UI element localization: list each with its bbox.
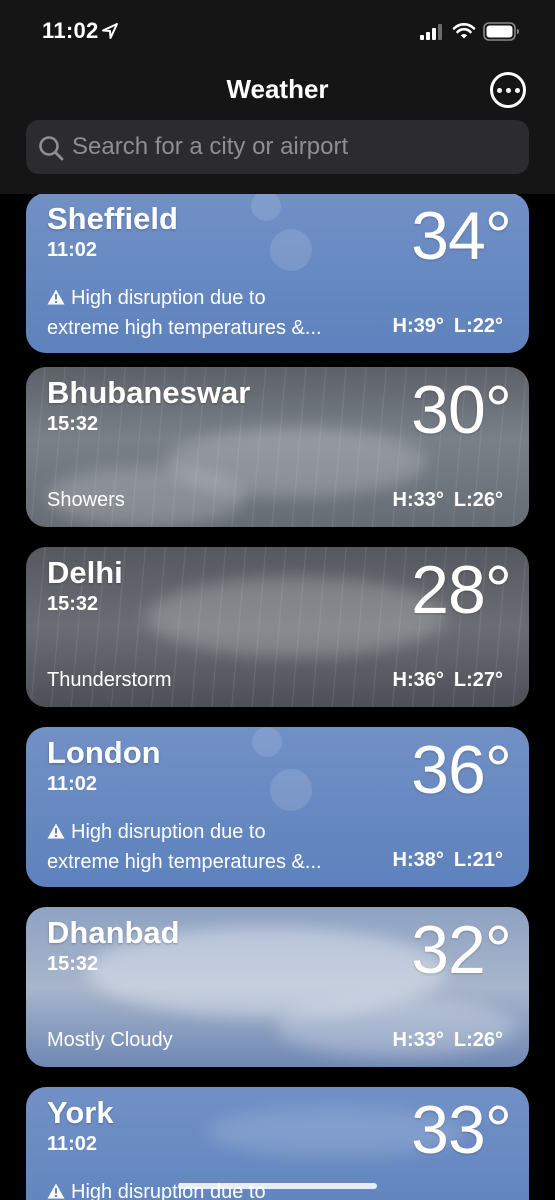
location-arrow-icon	[102, 23, 118, 39]
weather-alert: High disruption due to extreme high temp…	[47, 283, 372, 343]
battery-icon	[483, 22, 519, 41]
city-temperature: 30°	[411, 372, 512, 448]
high-low-temps: H:33° L:26°	[393, 1029, 503, 1052]
high-low-temps: H:33° L:26°	[393, 489, 503, 512]
weather-alert: High disruption due to extreme high temp…	[47, 817, 372, 877]
search-icon	[39, 136, 64, 161]
city-local-time: 11:02	[47, 239, 98, 261]
wifi-icon	[452, 23, 476, 39]
city-card-london[interactable]: London 11:02 36° High disruption due to …	[26, 727, 529, 887]
warning-icon	[47, 1183, 65, 1199]
high-temp: H:36°	[392, 669, 444, 691]
ellipsis-circle-icon	[496, 87, 502, 93]
low-temp: L:26°	[453, 489, 503, 511]
city-local-time: 15:32	[47, 593, 99, 615]
low-temp: L:27°	[453, 669, 503, 691]
high-temp: H:33°	[392, 489, 444, 511]
city-name: Delhi	[47, 555, 123, 590]
city-card-bhubaneswar[interactable]: Bhubaneswar 15:32 30° Showers H:33° L:26°	[26, 367, 529, 527]
city-card-dhanbad[interactable]: Dhanbad 15:32 32° Mostly Cloudy H:33° L:2…	[26, 907, 529, 1067]
high-temp: H:39°	[392, 315, 444, 337]
city-temperature: 36°	[411, 732, 512, 808]
status-bar: 11:02	[0, 0, 555, 62]
search-input[interactable]	[72, 120, 512, 174]
city-list[interactable]: Sheffield 11:02 34° High disruption due …	[0, 194, 555, 1200]
city-name: Dhanbad	[47, 915, 180, 950]
warning-icon	[47, 289, 65, 305]
alert-text-line-2: extreme high temperatures &...	[47, 851, 322, 873]
city-name: York	[47, 1095, 114, 1130]
city-name: Sheffield	[47, 201, 178, 236]
high-temp: H:33°	[392, 1029, 444, 1051]
city-local-time: 15:32	[47, 413, 99, 435]
page-title: Weather	[226, 74, 329, 104]
city-local-time: 11:02	[47, 1133, 98, 1155]
city-card-sheffield[interactable]: Sheffield 11:02 34° High disruption due …	[26, 194, 529, 353]
high-low-temps: H:39° L:22°	[393, 315, 503, 338]
status-time: 11:02	[42, 18, 99, 43]
city-name: London	[47, 735, 161, 770]
city-temperature: 32°	[411, 912, 512, 988]
weather-condition: Thunderstorm	[47, 669, 172, 691]
city-temperature: 28°	[411, 552, 512, 628]
warning-icon	[47, 823, 65, 839]
weather-condition: Showers	[47, 489, 125, 511]
low-temp: L:26°	[453, 1029, 503, 1051]
header: Weather	[0, 62, 555, 194]
alert-text-line-1: High disruption due to	[71, 821, 266, 843]
cellular-signal-icon	[420, 24, 442, 40]
more-options-button[interactable]	[490, 72, 526, 108]
high-low-temps: H:38° L:21°	[393, 849, 503, 872]
low-temp: L:21°	[453, 849, 503, 871]
high-temp: H:38°	[392, 849, 444, 871]
city-name: Bhubaneswar	[47, 375, 251, 410]
high-low-temps: H:36° L:27°	[393, 669, 503, 692]
weather-condition: Mostly Cloudy	[47, 1029, 173, 1051]
city-temperature: 34°	[411, 198, 512, 274]
city-card-delhi[interactable]: Delhi 15:32 28° Thunderstorm H:36° L:27°	[26, 547, 529, 707]
low-temp: L:22°	[453, 315, 503, 337]
city-temperature: 33°	[411, 1092, 512, 1168]
alert-text-line-1: High disruption due to	[71, 287, 266, 309]
search-bar[interactable]	[26, 120, 529, 174]
city-local-time: 11:02	[47, 773, 98, 795]
home-indicator[interactable]	[178, 1183, 377, 1189]
alert-text-line-2: extreme high temperatures &...	[47, 317, 322, 339]
city-local-time: 15:32	[47, 953, 99, 975]
